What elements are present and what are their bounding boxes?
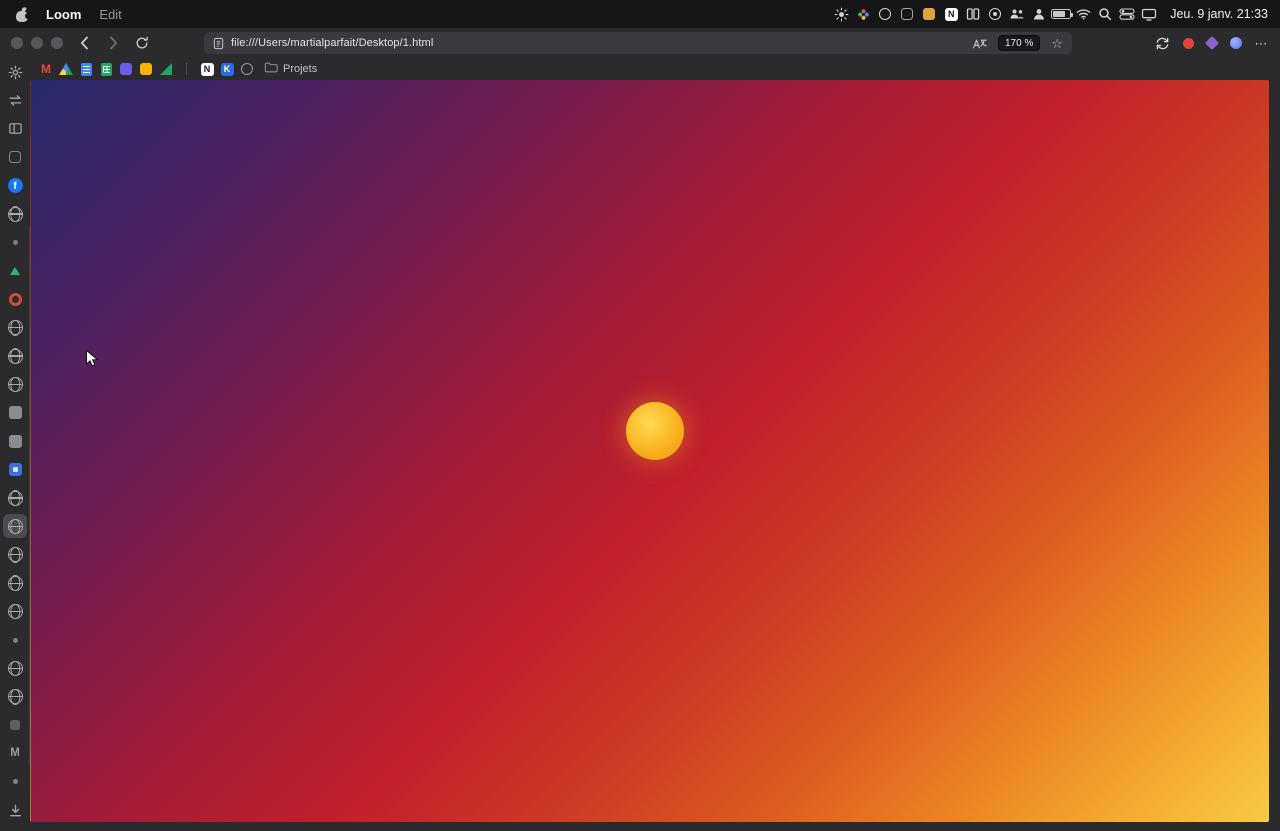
gmail-favicon[interactable]: M <box>36 58 56 80</box>
maximize-button[interactable] <box>51 37 63 49</box>
tab-sidebar: fM <box>0 58 30 831</box>
url-text[interactable]: file:///Users/martialparfait/Desktop/1.h… <box>231 37 433 49</box>
downloads-icon[interactable] <box>0 796 30 824</box>
address-bar-actions: 170 % ☆ <box>972 35 1063 51</box>
back-button[interactable] <box>74 30 94 56</box>
user-icon[interactable] <box>1028 0 1050 28</box>
extension-red-icon[interactable] <box>1182 37 1194 49</box>
folder-icon <box>264 60 278 78</box>
web-tab-icon[interactable] <box>0 569 30 597</box>
menubar-clock[interactable]: Jeu. 9 janv. 21:33 <box>1170 7 1268 21</box>
web-tab-icon[interactable] <box>0 654 30 682</box>
calendar-favicon[interactable] <box>116 58 136 80</box>
page-canvas <box>30 80 1269 822</box>
menubar-left: Loom Edit <box>0 5 122 22</box>
bookmarks-separator <box>186 63 187 75</box>
keynote-favicon[interactable]: K <box>217 58 237 80</box>
web-favicon[interactable] <box>237 58 257 80</box>
address-bar[interactable]: file:///Users/martialparfait/Desktop/1.h… <box>204 32 1072 54</box>
menubar-app-name[interactable]: Loom <box>46 7 81 22</box>
control-center-icon[interactable] <box>1116 0 1138 28</box>
web-tab-icon[interactable] <box>0 597 30 625</box>
wifi-icon[interactable] <box>1072 0 1094 28</box>
web-tab-icon[interactable] <box>0 200 30 228</box>
capture-icon[interactable] <box>896 0 918 28</box>
logo-tab-icon[interactable] <box>0 285 30 313</box>
brightness-icon[interactable] <box>830 0 852 28</box>
analytics-favicon[interactable] <box>156 58 176 80</box>
toolbar-extensions: ⋯ <box>1155 28 1269 58</box>
input-source-icon[interactable] <box>984 0 1006 28</box>
folder-label: Projets <box>283 63 318 75</box>
web-tab-icon[interactable] <box>0 541 30 569</box>
media-tab-icon[interactable] <box>0 427 30 455</box>
launcher-icon[interactable] <box>918 0 940 28</box>
bookmark-favicons: M <box>36 58 176 80</box>
docs-favicon[interactable] <box>76 58 96 80</box>
small-tab-icon[interactable] <box>0 228 30 256</box>
sidebar-toggle-icon[interactable] <box>0 115 30 143</box>
web-tab-icon[interactable] <box>0 342 30 370</box>
window-controls <box>0 37 63 49</box>
web-tab-icon[interactable] <box>0 484 30 512</box>
settings-icon[interactable] <box>0 58 30 86</box>
m-tab-icon[interactable]: M <box>0 739 30 767</box>
menubar: Loom Edit N Jeu. 9 janv. 21:33 <box>0 0 1280 28</box>
colors-icon[interactable] <box>852 0 874 28</box>
sun <box>626 402 684 460</box>
web-tab-icon[interactable] <box>0 683 30 711</box>
reload-button[interactable] <box>132 30 152 56</box>
display-icon[interactable] <box>1138 0 1160 28</box>
menubar-menu-edit[interactable]: Edit <box>99 7 121 22</box>
swap-tabs-icon[interactable] <box>0 86 30 114</box>
bookmarks-bar: M NK Projets <box>30 58 1280 80</box>
browser-toolbar: file:///Users/martialparfait/Desktop/1.h… <box>0 28 1280 58</box>
app-tab-icon[interactable] <box>0 455 30 483</box>
web-tab-icon[interactable] <box>0 314 30 342</box>
account-icon[interactable] <box>1229 37 1242 49</box>
bookmark-folder[interactable]: Projets <box>264 60 317 78</box>
slides-favicon[interactable] <box>136 58 156 80</box>
nav-buttons <box>74 30 152 56</box>
sync-icon[interactable] <box>1155 36 1170 51</box>
menubar-status-icons: N <box>830 0 1160 28</box>
media-tab-icon[interactable] <box>0 399 30 427</box>
window-manager-icon[interactable] <box>962 0 984 28</box>
notion-icon[interactable]: N <box>940 0 962 28</box>
tab-list: fM <box>0 58 30 825</box>
workspace-app-icon[interactable] <box>0 143 30 171</box>
bookmark-star-icon[interactable]: ☆ <box>1051 37 1063 50</box>
page-info-icon[interactable] <box>213 37 224 50</box>
extension-purple-icon[interactable] <box>1204 35 1219 51</box>
spotlight-icon[interactable] <box>1094 0 1116 28</box>
assistant-icon[interactable] <box>874 0 896 28</box>
browser-window: file:///Users/martialparfait/Desktop/1.h… <box>0 28 1280 831</box>
menubar-right: N Jeu. 9 janv. 21:33 <box>830 0 1280 28</box>
small-tab-icon[interactable] <box>0 768 30 796</box>
active-web-tab-icon[interactable] <box>0 512 30 540</box>
apple-menu-icon[interactable] <box>16 5 31 22</box>
forward-button[interactable] <box>103 30 123 56</box>
notion-favicon[interactable]: N <box>197 58 217 80</box>
zoom-indicator[interactable]: 170 % <box>997 35 1041 51</box>
apple-leaf <box>21 5 27 13</box>
minimize-button[interactable] <box>31 37 43 49</box>
web-tab-icon[interactable] <box>0 370 30 398</box>
bookmark-favicons-secondary: NK <box>197 58 257 80</box>
battery-icon[interactable] <box>1050 0 1074 28</box>
translate-icon[interactable] <box>972 37 987 50</box>
sheets-favicon[interactable] <box>96 58 116 80</box>
pinned-tab-icon[interactable] <box>0 257 30 285</box>
drive-favicon[interactable] <box>56 58 76 80</box>
small-tab-icon[interactable] <box>0 626 30 654</box>
close-button[interactable] <box>11 37 23 49</box>
small-tab-icon[interactable] <box>0 711 30 739</box>
facebook-tab-icon[interactable]: f <box>0 172 30 200</box>
more-button[interactable]: ⋯ <box>1255 37 1269 50</box>
team-icon[interactable] <box>1006 0 1028 28</box>
